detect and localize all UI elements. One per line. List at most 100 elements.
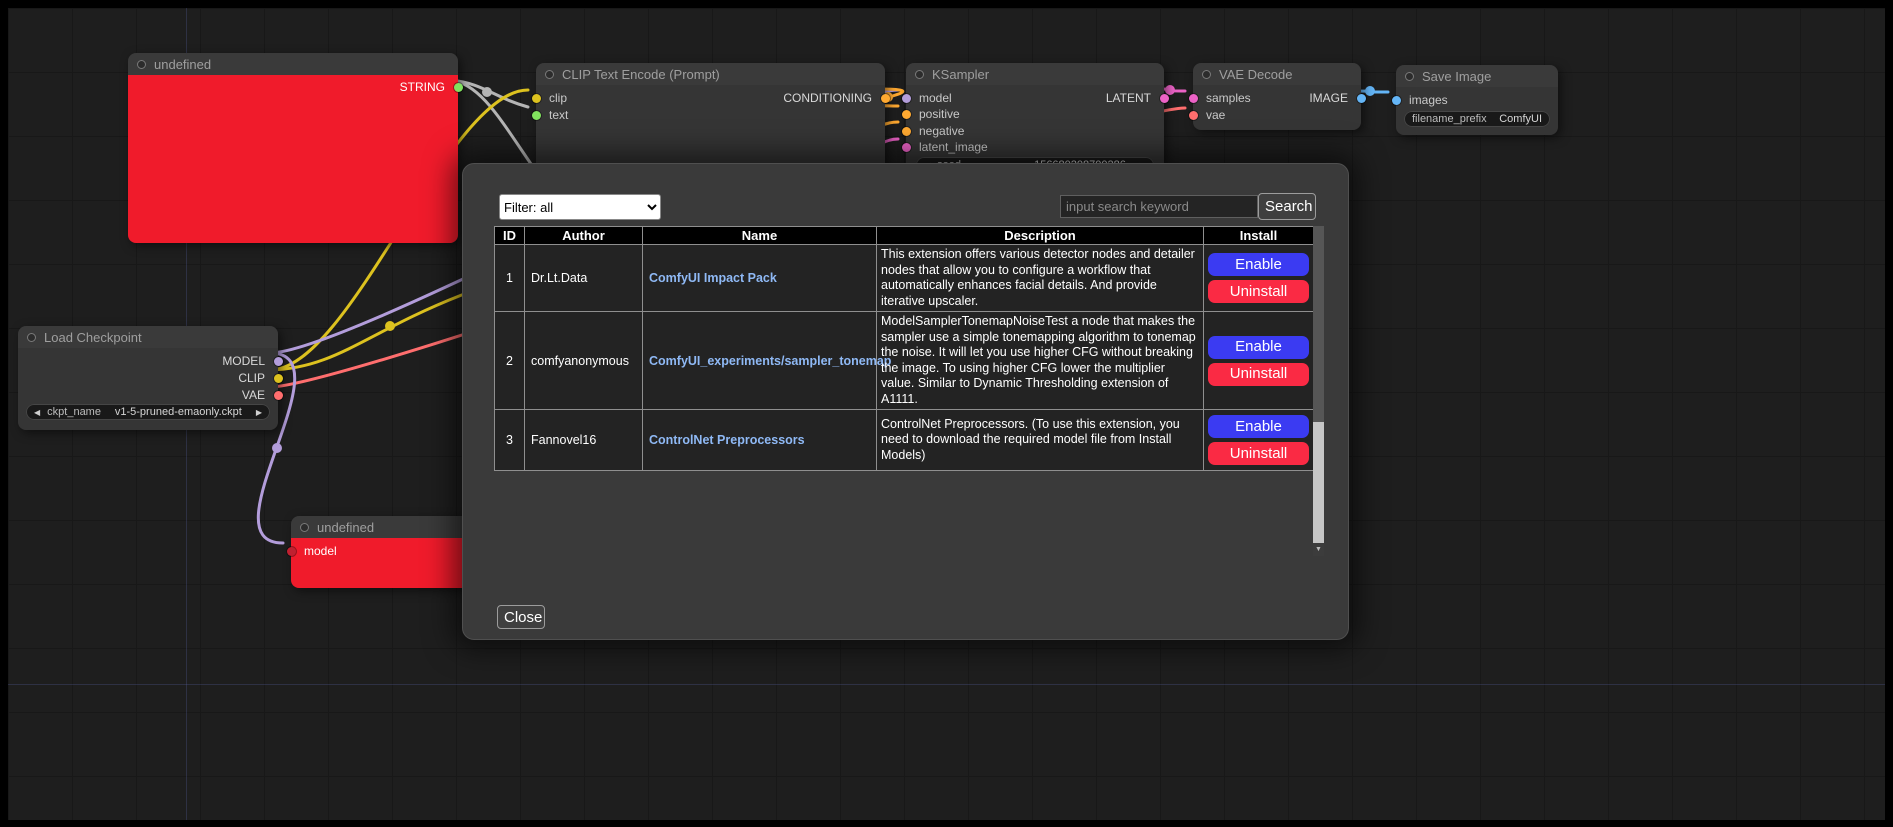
node-undefined-top[interactable]: undefined STRING <box>128 53 458 243</box>
extension-id: 3 <box>495 410 525 471</box>
table-row: 2 comfyanonymous ComfyUI_experiments/sam… <box>495 312 1314 410</box>
scrollbar-thumb[interactable] <box>1313 226 1324 422</box>
col-header-author: Author <box>525 227 643 245</box>
slot-row: images <box>1396 92 1558 108</box>
collapse-dot-icon[interactable] <box>545 70 554 79</box>
enable-button[interactable]: Enable <box>1208 415 1309 438</box>
node-body: samples IMAGE vae <box>1193 85 1361 130</box>
extension-link[interactable]: ComfyUI Impact Pack <box>649 271 777 285</box>
clip-output-dot[interactable] <box>274 374 283 383</box>
slot-row: model <box>291 543 481 559</box>
extension-description: ModelSamplerTonemapNoiseTest a node that… <box>877 312 1204 410</box>
arrow-left-icon[interactable]: ◀ <box>34 408 40 417</box>
samples-input-dot[interactable] <box>1189 94 1198 103</box>
enable-button[interactable]: Enable <box>1208 253 1309 276</box>
arrow-right-icon[interactable]: ▶ <box>256 408 262 417</box>
clip-input-dot[interactable] <box>532 94 541 103</box>
vae-input-dot[interactable] <box>1189 111 1198 120</box>
search-button[interactable]: Search <box>1258 193 1316 220</box>
enable-button[interactable]: Enable <box>1208 336 1309 359</box>
grid-axis-horizontal <box>8 684 1885 685</box>
scroll-down-icon[interactable]: ▼ <box>1313 543 1324 556</box>
extension-link[interactable]: ControlNet Preprocessors <box>649 433 805 447</box>
collapse-dot-icon[interactable] <box>27 333 36 342</box>
collapse-dot-icon[interactable] <box>1405 72 1414 81</box>
node-header[interactable]: Load Checkpoint <box>18 326 278 348</box>
extension-author: Dr.Lt.Data <box>525 245 643 312</box>
uninstall-button[interactable]: Uninstall <box>1208 442 1309 465</box>
positive-input-dot[interactable] <box>902 110 911 119</box>
node-body: model <box>291 538 481 588</box>
close-button[interactable]: Close <box>497 605 545 629</box>
uninstall-button[interactable]: Uninstall <box>1208 280 1309 303</box>
extension-link[interactable]: ComfyUI_experiments/sampler_tonemap <box>649 354 891 368</box>
install-actions: Enable Uninstall <box>1205 332 1312 390</box>
node-header[interactable]: CLIP Text Encode (Prompt) <box>536 63 885 85</box>
string-output-dot[interactable] <box>454 83 463 92</box>
node-title: undefined <box>154 57 211 72</box>
node-header[interactable]: KSampler <box>906 63 1164 85</box>
model-input-dot[interactable] <box>287 547 296 556</box>
node-load-checkpoint[interactable]: Load Checkpoint MODEL CLIP VAE ◀ ckpt_na <box>18 326 278 430</box>
link-midpoint-dot <box>385 321 395 331</box>
scrollbar[interactable]: ▼ <box>1313 226 1324 556</box>
uninstall-button[interactable]: Uninstall <box>1208 363 1309 386</box>
node-body: STRING <box>128 75 458 243</box>
latent-output-dot[interactable] <box>1160 94 1169 103</box>
col-header-name: Name <box>643 227 877 245</box>
negative-input-dot[interactable] <box>902 127 911 136</box>
slot-row: positive <box>906 106 1164 122</box>
images-input-dot[interactable] <box>1392 96 1401 105</box>
node-header[interactable]: undefined <box>291 516 481 538</box>
col-header-id: ID <box>495 227 525 245</box>
table-row: 1 Dr.Lt.Data ComfyUI Impact Pack This ex… <box>495 245 1314 312</box>
table-row: 3 Fannovel16 ControlNet Preprocessors Co… <box>495 410 1314 471</box>
link-midpoint-dot <box>482 87 492 97</box>
node-vae-decode[interactable]: VAE Decode samples IMAGE vae <box>1193 63 1361 130</box>
node-header[interactable]: Save Image <box>1396 65 1558 87</box>
node-header[interactable]: VAE Decode <box>1193 63 1361 85</box>
install-actions: Enable Uninstall <box>1205 249 1312 307</box>
slot-row: model LATENT <box>906 90 1164 106</box>
extension-description: This extension offers various detector n… <box>877 245 1204 312</box>
image-output-dot[interactable] <box>1357 94 1366 103</box>
slot-row: samples IMAGE <box>1193 90 1361 106</box>
node-ksampler[interactable]: KSampler model LATENT positive negative <box>906 63 1164 178</box>
ckpt-name-widget[interactable]: ◀ ckpt_name v1-5-pruned-emaonly.ckpt ▶ <box>26 404 270 420</box>
node-save-image[interactable]: Save Image images filename_prefix ComfyU… <box>1396 65 1558 135</box>
collapse-dot-icon[interactable] <box>300 523 309 532</box>
output-slot-string: STRING <box>128 79 458 95</box>
collapse-dot-icon[interactable] <box>1202 70 1211 79</box>
node-title: VAE Decode <box>1219 67 1292 82</box>
text-input-dot[interactable] <box>532 111 541 120</box>
slot-row: text <box>536 107 885 123</box>
model-output-dot[interactable] <box>274 357 283 366</box>
extension-author: comfyanonymous <box>525 312 643 410</box>
node-title: KSampler <box>932 67 989 82</box>
filename-prefix-widget[interactable]: filename_prefix ComfyUI <box>1404 111 1550 127</box>
link-midpoint-dot <box>272 443 282 453</box>
vae-output-dot[interactable] <box>274 391 283 400</box>
node-header[interactable]: undefined <box>128 53 458 75</box>
node-body: MODEL CLIP VAE ◀ ckpt_name v1-5-pruned-e… <box>18 348 278 430</box>
filter-select[interactable]: Filter: all <box>499 194 661 220</box>
extension-table-wrap: ID Author Name Description Install 1 Dr.… <box>494 226 1324 556</box>
slot-row: MODEL <box>18 353 278 369</box>
slot-row: negative <box>906 123 1164 139</box>
slot-row: VAE <box>18 387 278 403</box>
node-undefined-bottom[interactable]: undefined model <box>291 516 481 588</box>
model-input-dot[interactable] <box>902 94 911 103</box>
search-input[interactable] <box>1060 195 1258 218</box>
slot-row: latent_image <box>906 139 1164 155</box>
collapse-dot-icon[interactable] <box>137 60 146 69</box>
filename-prefix-value: ComfyUI <box>1499 113 1542 125</box>
latent-image-input-dot[interactable] <box>902 143 911 152</box>
slot-row: clip CONDITIONING <box>536 90 885 106</box>
conditioning-output-dot[interactable] <box>881 94 890 103</box>
slot-row: CLIP <box>18 370 278 386</box>
extension-table: ID Author Name Description Install 1 Dr.… <box>494 226 1314 471</box>
collapse-dot-icon[interactable] <box>915 70 924 79</box>
node-title: CLIP Text Encode (Prompt) <box>562 67 720 82</box>
install-actions: Enable Uninstall <box>1205 411 1312 469</box>
table-header-row: ID Author Name Description Install <box>495 227 1314 245</box>
